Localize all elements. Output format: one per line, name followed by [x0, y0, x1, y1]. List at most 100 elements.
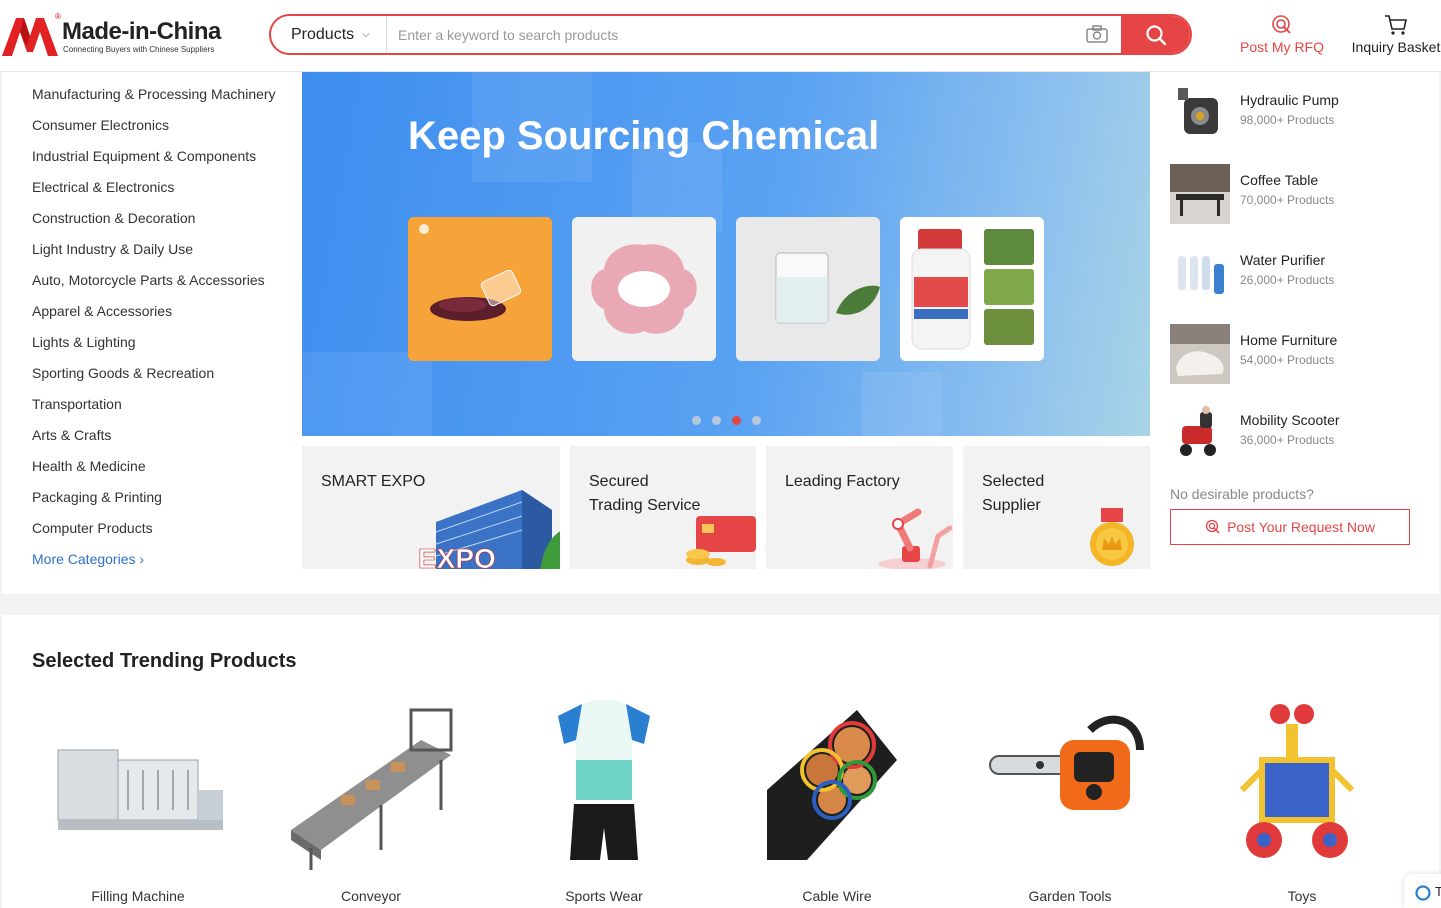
- trending-side-item[interactable]: Mobility Scooter 36,000+ Products: [1170, 404, 1430, 484]
- chainsaw-image: [989, 715, 1144, 810]
- trending-side-count: 36,000+ Products: [1240, 433, 1335, 447]
- pesticide-bottle-image: [900, 217, 1044, 361]
- rfq-target-icon: [1272, 15, 1291, 34]
- trending-side-count: 54,000+ Products: [1240, 353, 1335, 367]
- mobility-scooter-image: [1170, 404, 1230, 464]
- water-purifier-image: [1170, 244, 1230, 304]
- category-item[interactable]: Construction & Decoration: [32, 210, 292, 241]
- trending-product-tile[interactable]: Sports Wear: [504, 700, 704, 908]
- category-item[interactable]: Manufacturing & Processing Machinery: [32, 86, 292, 117]
- search-category-label: Products: [291, 25, 355, 43]
- category-item[interactable]: Lights & Lighting: [32, 334, 292, 365]
- service-label: SMART EXPO: [321, 473, 426, 490]
- selected-supplier-card[interactable]: Selected Supplier: [963, 446, 1150, 569]
- powder-image: [572, 217, 716, 361]
- trending-product-tile[interactable]: Filling Machine: [38, 700, 238, 908]
- trending-product-tile[interactable]: Cable Wire: [737, 700, 937, 908]
- category-item[interactable]: Health & Medicine: [32, 458, 292, 489]
- trending-side-item[interactable]: Coffee Table 70,000+ Products: [1170, 164, 1430, 244]
- category-item[interactable]: Industrial Equipment & Components: [32, 148, 292, 179]
- category-item[interactable]: Apparel & Accessories: [32, 303, 292, 334]
- chat-ring-icon: [1415, 885, 1431, 901]
- expo-label: EXPO: [418, 543, 496, 569]
- trending-side-item[interactable]: Hydraulic Pump 98,000+ Products: [1170, 84, 1430, 164]
- category-item[interactable]: Light Industry & Daily Use: [32, 241, 292, 272]
- service-label: Leading Factory: [785, 473, 900, 490]
- brand-mark-icon: [2, 18, 58, 56]
- toys-image: [1239, 704, 1355, 858]
- sports-wear-image: [558, 700, 650, 860]
- camera-icon[interactable]: [1086, 25, 1108, 43]
- conveyor-image: [291, 708, 453, 870]
- search-icon: [1145, 24, 1166, 45]
- chat-widget[interactable]: T: [1404, 874, 1441, 908]
- banner-product-card[interactable]: [408, 217, 552, 361]
- banner-title: Keep Sourcing Chemical: [408, 114, 880, 158]
- post-rfq-label: Post My RFQ: [1239, 39, 1324, 55]
- carousel-dot-active[interactable]: [732, 416, 741, 425]
- carousel-dot[interactable]: [712, 416, 721, 425]
- trending-products-section: Selected Trending Products Filling Machi…: [2, 615, 1439, 908]
- search-button[interactable]: [1121, 16, 1190, 53]
- rfq-target-icon: [1205, 519, 1220, 534]
- top-panel: Manufacturing & Processing Machinery Con…: [2, 72, 1439, 594]
- medal-icon: [1090, 508, 1134, 566]
- trending-side-item[interactable]: Home Furniture 54,000+ Products: [1170, 324, 1430, 404]
- trending-product-label: Filling Machine: [91, 888, 185, 904]
- more-categories-link[interactable]: More Categories ›: [32, 551, 292, 582]
- category-item[interactable]: Sporting Goods & Recreation: [32, 365, 292, 396]
- category-item[interactable]: Consumer Electronics: [32, 117, 292, 148]
- post-request-label: Post Your Request Now: [1227, 519, 1375, 535]
- trending-product-label: Sports Wear: [565, 888, 643, 904]
- category-item[interactable]: Computer Products: [32, 520, 292, 551]
- search-category-select[interactable]: Products ⌵: [271, 16, 387, 53]
- expo-building-image: EXPO: [418, 490, 560, 569]
- trending-product-tile[interactable]: Garden Tools: [970, 700, 1170, 908]
- category-item[interactable]: Electrical & Electronics: [32, 179, 292, 210]
- brand-logo[interactable]: ® Made-in-China Connecting Buyers with C…: [2, 12, 232, 58]
- brand-name: Made-in-China: [62, 18, 221, 45]
- trending-side-name: Water Purifier: [1240, 252, 1326, 268]
- trending-product-tile[interactable]: Toys: [1202, 700, 1402, 908]
- carousel-dot[interactable]: [752, 416, 761, 425]
- carousel-dots: [692, 416, 761, 425]
- category-item[interactable]: Auto, Motorcycle Parts & Accessories: [32, 272, 292, 303]
- banner-product-card[interactable]: [900, 217, 1044, 361]
- inquiry-basket-link[interactable]: Inquiry Basket: [1346, 14, 1441, 60]
- banner-product-card[interactable]: [736, 217, 880, 361]
- payment-card-icon: [686, 516, 756, 566]
- site-header: ® Made-in-China Connecting Buyers with C…: [0, 0, 1441, 72]
- trending-product-tile[interactable]: Conveyor: [271, 700, 471, 908]
- banner-decor: [862, 372, 942, 436]
- trending-side-name: Mobility Scooter: [1240, 412, 1340, 428]
- post-rfq-link[interactable]: Post My RFQ: [1234, 14, 1330, 60]
- category-item[interactable]: Arts & Crafts: [32, 427, 292, 458]
- hydraulic-pump-image: [1170, 84, 1230, 144]
- trending-side-name: Coffee Table: [1240, 172, 1319, 188]
- search-bar: Products ⌵: [269, 14, 1192, 55]
- no-products-text: No desirable products?: [1170, 486, 1314, 502]
- brand-tagline: Connecting Buyers with Chinese Suppliers: [63, 45, 215, 54]
- carousel-dot[interactable]: [692, 416, 701, 425]
- smart-expo-card[interactable]: SMART EXPO EXPO: [302, 446, 560, 569]
- trending-product-label: Cable Wire: [802, 888, 872, 904]
- trending-product-label: Toys: [1287, 888, 1317, 904]
- category-item[interactable]: Transportation: [32, 396, 292, 427]
- hero-banner[interactable]: Keep Sourcing Chemical: [302, 72, 1150, 436]
- secured-trading-card[interactable]: Secured Trading Service: [570, 446, 756, 569]
- trending-product-label: Garden Tools: [1028, 888, 1112, 904]
- search-input[interactable]: [388, 16, 1078, 53]
- banner-product-card[interactable]: [572, 217, 716, 361]
- trending-side-name: Home Furniture: [1240, 332, 1338, 348]
- filling-machine-image: [57, 749, 223, 830]
- trending-side-name: Hydraulic Pump: [1240, 92, 1339, 108]
- robot-arm-icon: [878, 508, 953, 569]
- leading-factory-card[interactable]: Leading Factory: [766, 446, 953, 569]
- trending-side-count: 26,000+ Products: [1240, 273, 1335, 287]
- trending-side-item[interactable]: Water Purifier 26,000+ Products: [1170, 244, 1430, 324]
- trending-product-label: Conveyor: [341, 888, 401, 904]
- trending-side-list: Hydraulic Pump 98,000+ Products Coffee T…: [1170, 84, 1430, 484]
- post-request-button[interactable]: Post Your Request Now: [1170, 509, 1410, 545]
- category-item[interactable]: Packaging & Printing: [32, 489, 292, 520]
- registered-mark: ®: [55, 12, 61, 21]
